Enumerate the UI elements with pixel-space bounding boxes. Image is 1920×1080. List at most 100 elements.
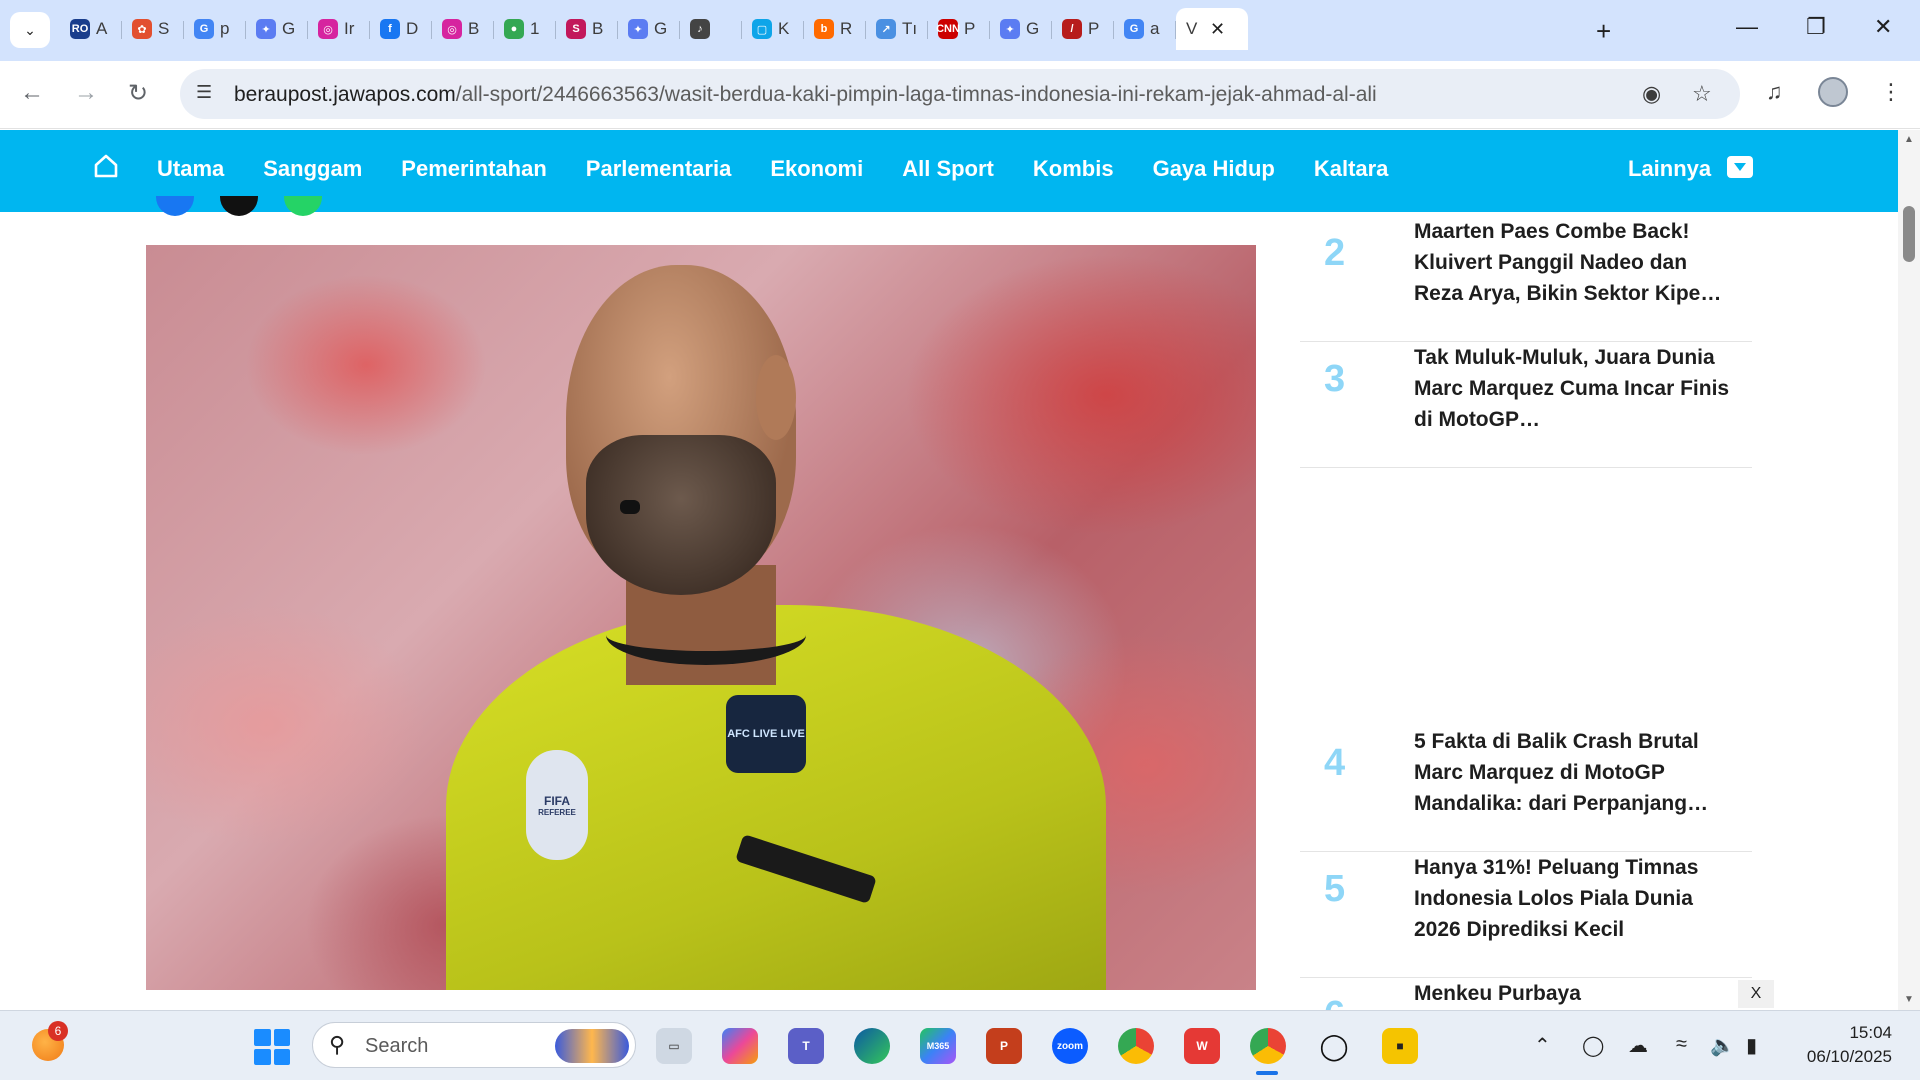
profile-avatar[interactable] (1818, 77, 1848, 107)
clock-date: 06/10/2025 (1806, 1047, 1892, 1066)
bookmark-star-icon[interactable]: ☆ (1692, 81, 1712, 107)
tab-14[interactable]: CNN P (928, 8, 990, 50)
new-tab-button[interactable]: + (1596, 16, 1611, 47)
home-icon[interactable] (92, 152, 120, 180)
back-button[interactable]: ← (20, 79, 44, 107)
popular-article-item[interactable]: 2 Maarten Paes Combe Back! Kluivert Pangg… (1300, 216, 1752, 342)
scroll-up-icon[interactable]: ▲ (1904, 134, 1914, 145)
chrome-profile-icon[interactable] (1250, 1028, 1286, 1064)
eye-off-icon[interactable]: ◉ (1642, 81, 1661, 107)
copilot-tray-icon[interactable]: ◯ (1582, 1033, 1604, 1058)
nav-item-8[interactable]: Kaltara (1314, 156, 1389, 182)
nav-item-0[interactable]: Utama (157, 156, 224, 182)
tab-favicon-icon: ♪ (690, 19, 710, 39)
volume-icon[interactable]: 🔈 (1710, 1033, 1735, 1058)
tab-favicon-icon: ✿ (132, 19, 152, 39)
popular-article-item[interactable]: 5 Hanya 31%! Peluang Timnas Indonesia Lol… (1300, 852, 1752, 978)
tab-7[interactable]: ● 1 (494, 8, 556, 50)
tab-1[interactable]: ✿ S (122, 8, 184, 50)
nav-item-4[interactable]: Ekonomi (770, 156, 863, 182)
article-title-link[interactable]: Tak Muluk-Muluk, Juara Dunia Marc Marque… (1414, 342, 1734, 435)
taskbar-search[interactable]: ⚲ Search (312, 1022, 636, 1068)
restore-button[interactable]: ❐ (1806, 14, 1826, 40)
scroll-down-icon[interactable]: ▼ (1904, 994, 1914, 1005)
tab-4[interactable]: ◎ Ir (308, 8, 370, 50)
scrollbar-thumb[interactable] (1903, 206, 1915, 262)
powerpoint-icon[interactable]: P (986, 1028, 1022, 1064)
edge-icon[interactable] (854, 1028, 890, 1064)
tab-13[interactable]: ↗ Tı (866, 8, 928, 50)
share-x-button[interactable] (220, 196, 258, 216)
tab-10[interactable]: ♪ (680, 8, 742, 50)
caret-down-icon[interactable] (1727, 156, 1753, 178)
nav-item-3[interactable]: Parlementaria (586, 156, 732, 182)
tab-3[interactable]: ✦ G (246, 8, 308, 50)
tab-12[interactable]: bR (804, 8, 866, 50)
tab-6[interactable]: ◎ B (432, 8, 494, 50)
tab-16[interactable]: / P (1052, 8, 1114, 50)
share-facebook-button[interactable] (156, 196, 194, 216)
popular-article-item[interactable]: 3 Tak Muluk-Muluk, Juara Dunia Marc Marqu… (1300, 342, 1752, 468)
nav-item-1[interactable]: Sanggam (263, 156, 362, 182)
copilot-icon[interactable] (722, 1028, 758, 1064)
tab-8[interactable]: SB (556, 8, 618, 50)
wifi-icon[interactable]: ≈ (1676, 1033, 1687, 1056)
system-clock[interactable]: 15:04 06/10/2025 (1800, 1021, 1892, 1069)
url-path: /all-sport/2446663563/wasit-berdua-kaki-… (455, 83, 1377, 106)
tab-search-button[interactable]: ⌄ (10, 12, 50, 48)
article-title-link[interactable]: Hanya 31%! Peluang Timnas Indonesia Lolo… (1414, 852, 1734, 945)
task-view-icon[interactable]: ▭ (656, 1028, 692, 1064)
m365-icon[interactable]: M365 (920, 1028, 956, 1064)
tab-favicon-icon: ◎ (442, 19, 462, 39)
chrome-icon[interactable] (1118, 1028, 1154, 1064)
more-menu-icon[interactable]: ⋮ (1880, 79, 1902, 105)
article-title-link[interactable]: Menkeu Purbaya (1414, 978, 1734, 1009)
site-info-icon[interactable]: ☰ (196, 82, 222, 106)
sticky-notes-icon[interactable]: ■ (1382, 1028, 1418, 1064)
tab-17[interactable]: Ga (1114, 8, 1176, 50)
nav-more-label[interactable]: Lainnya (1628, 156, 1711, 182)
reload-button[interactable]: ↻ (128, 79, 148, 108)
tab-15[interactable]: ✦ G (990, 8, 1052, 50)
battery-icon[interactable]: ▮ (1746, 1033, 1757, 1058)
copilot-ring-icon[interactable]: ◯ (1316, 1028, 1352, 1064)
tab-0[interactable]: RO A (60, 8, 122, 50)
tab-title: G (1026, 19, 1040, 38)
article-title-link[interactable]: Maarten Paes Combe Back! Kluivert Panggi… (1414, 216, 1734, 309)
teams-icon[interactable]: T (788, 1028, 824, 1064)
page-scrollbar[interactable]: ▲ ▼ (1898, 130, 1920, 1010)
address-bar[interactable]: ☰ beraupost.jawapos.com/all-sport/244666… (180, 69, 1740, 119)
zoom-icon[interactable]: zoom (1052, 1028, 1088, 1064)
windows-start-icon[interactable] (254, 1029, 290, 1065)
nav-item-2[interactable]: Pemerintahan (401, 156, 547, 182)
popular-article-item[interactable]: 4 5 Fakta di Balik Crash Brutal Marc Marq… (1300, 726, 1752, 852)
onedrive-icon[interactable]: ☁ (1628, 1033, 1648, 1058)
tab-favicon-icon: ▢ (752, 19, 772, 39)
shirt-collar (606, 605, 806, 665)
nav-item-6[interactable]: Kombis (1033, 156, 1114, 182)
close-window-button[interactable]: ✕ (1874, 14, 1892, 40)
url-text[interactable]: beraupost.jawapos.com/all-sport/24466635… (234, 83, 1377, 107)
nav-item-7[interactable]: Gaya Hidup (1153, 156, 1275, 182)
media-controls-icon[interactable]: ♫ (1766, 79, 1783, 105)
wps-office-icon[interactable]: W (1184, 1028, 1220, 1064)
tab-favicon-icon: G (194, 19, 214, 39)
forward-button[interactable]: → (74, 79, 98, 107)
nav-item-5[interactable]: All Sport (902, 156, 994, 182)
tab-favicon-icon: f (380, 19, 400, 39)
chevron-up-icon[interactable]: ⌃ (1534, 1033, 1551, 1058)
tab-2[interactable]: Gp (184, 8, 246, 50)
tab-title: A (96, 19, 108, 38)
tab-title: V (1186, 19, 1198, 38)
tab-5[interactable]: fD (370, 8, 432, 50)
tab-11[interactable]: ▢ K (742, 8, 804, 50)
share-whatsapp-button[interactable] (284, 196, 322, 216)
tab-strip: ⌄ RO A ✿ S Gp ✦ G ◎ Ir f D ◎ B ● 1 S B ✦ G ♪ ▢ Kb R ↗ Tı CNN P ✦ G / P… (0, 0, 1920, 61)
minimize-button[interactable]: — (1736, 14, 1758, 40)
ad-close-button[interactable]: X (1738, 980, 1774, 1008)
tab-active[interactable]: V ✕ (1176, 8, 1248, 50)
close-tab-icon[interactable]: ✕ (1210, 19, 1225, 40)
tab-9[interactable]: ✦ G (618, 8, 680, 50)
article-title-link[interactable]: 5 Fakta di Balik Crash Brutal Marc Marqu… (1414, 726, 1734, 819)
fifa-badge-top: FIFA (544, 793, 570, 808)
